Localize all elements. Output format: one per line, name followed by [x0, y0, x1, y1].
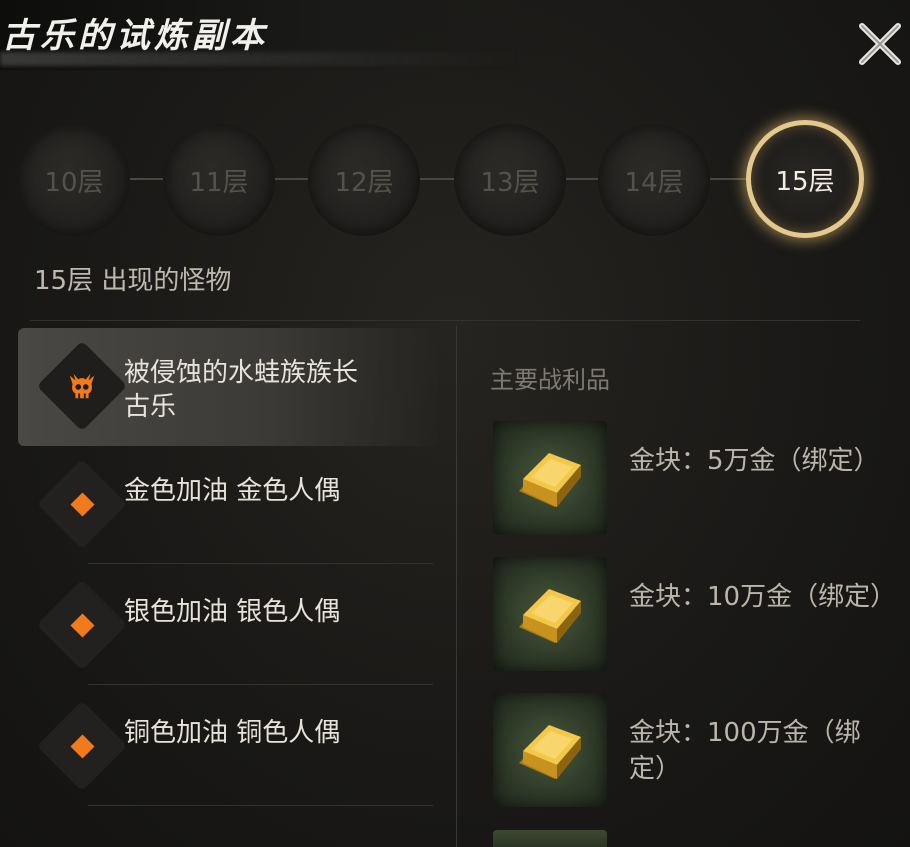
monster-name: 金色加油 金色人偶 [124, 476, 341, 506]
floor-15-button[interactable]: 15层 [746, 120, 864, 238]
monster-name: 铜色加油 铜色人偶 [124, 718, 341, 748]
column-divider [456, 326, 457, 847]
title-bar: 古乐的试炼副本 [0, 0, 560, 70]
floor-13-button[interactable]: 13层 [454, 124, 566, 236]
floor-14-button[interactable]: 14层 [598, 124, 710, 236]
diamond-icon [66, 488, 98, 520]
monster-item[interactable]: 铜色加油 铜色人偶 [18, 688, 438, 806]
monster-item-boss[interactable]: 被侵蚀的水蛙族族长 古乐 [18, 328, 438, 446]
floor-connector [566, 178, 602, 180]
divider [88, 805, 433, 806]
floor-selector: 10层 11层 12层 13层 14层 15层 [18, 110, 898, 250]
loot-label: 金块：100万金（绑定） [629, 718, 861, 784]
floor-connector [130, 178, 166, 180]
loot-item[interactable]: 金块：5万金（绑定） [493, 421, 893, 539]
divider [88, 563, 433, 564]
loot-label: 金块：10万金（绑定） [629, 582, 897, 612]
diamond-icon [66, 730, 98, 762]
page-title: 古乐的试炼副本 [2, 16, 268, 56]
monsters-section-title: 15层 出现的怪物 [34, 266, 232, 296]
monster-name: 银色加油 银色人偶 [124, 597, 341, 627]
gold-bar-icon [493, 421, 607, 535]
floor-12-button[interactable]: 12层 [308, 124, 420, 236]
close-icon[interactable] [856, 20, 904, 68]
loot-label: 金块：5万金（绑定） [629, 446, 880, 476]
floor-11-button[interactable]: 11层 [163, 124, 275, 236]
monster-item[interactable]: 银色加油 银色人偶 [18, 567, 438, 685]
loot-item[interactable]: 金块：10万金（绑定） [493, 557, 897, 675]
loot-item-partial [493, 830, 607, 847]
diamond-icon [66, 609, 98, 641]
floor-connector [420, 178, 456, 180]
gold-bar-icon [493, 557, 607, 671]
monster-item[interactable]: 金色加油 金色人偶 [18, 446, 438, 564]
loot-item[interactable]: 金块：100万金（绑定） [493, 693, 893, 811]
divider [88, 684, 433, 685]
floor-connector [710, 178, 746, 180]
skull-icon [66, 370, 98, 402]
monster-name: 被侵蚀的水蛙族族长 古乐 [124, 358, 359, 422]
floor-connector [275, 178, 311, 180]
gold-bar-icon [493, 693, 607, 807]
divider [30, 320, 860, 321]
close-button[interactable] [856, 20, 904, 68]
loot-section-title: 主要战利品 [490, 366, 610, 394]
floor-10-button[interactable]: 10层 [18, 124, 130, 236]
